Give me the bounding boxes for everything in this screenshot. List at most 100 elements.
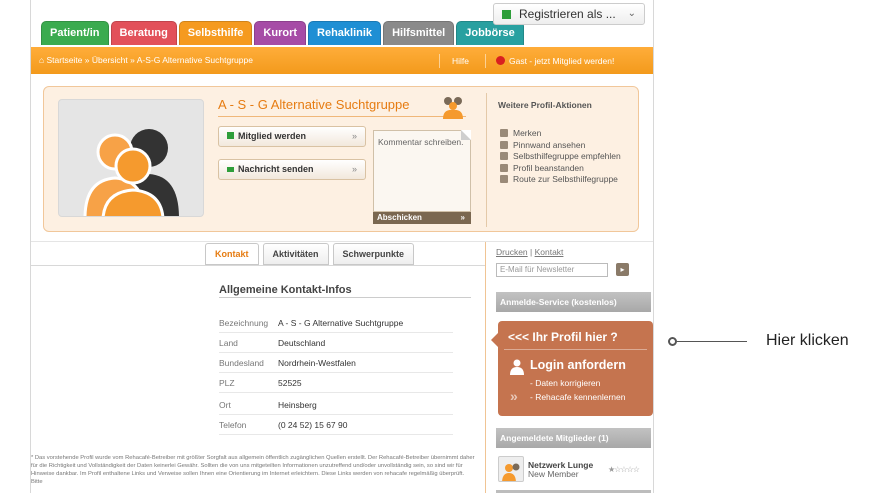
- member-avatar: [498, 456, 524, 482]
- promo-title: <<< Ihr Profil hier ?: [508, 330, 618, 344]
- tab-aktivitaeten[interactable]: Aktivitäten: [262, 243, 329, 265]
- profile-name: A - S - G Alternative Suchtgruppe: [218, 97, 410, 112]
- submit-comment-button[interactable]: Abschicken »: [373, 212, 471, 224]
- action-label: Selbsthilfegruppe empfehlen: [513, 151, 621, 161]
- send-message-button[interactable]: Nachricht senden »: [218, 159, 366, 180]
- main-nav-tabs: Patient/in Beratung Selbsthilfe Kurort R…: [41, 21, 524, 45]
- tab-hilfsmittel[interactable]: Hilfsmittel: [383, 21, 455, 45]
- callout-pointer-icon: [668, 337, 677, 346]
- row-key: Land: [219, 338, 238, 348]
- contact-row: Ort Heinsberg: [219, 396, 453, 415]
- disclaimer-text: * Das vorstehende Profil wurde vom Rehac…: [31, 455, 475, 486]
- title-underline: [218, 116, 466, 117]
- action-label: Pinnwand ansehen: [513, 139, 586, 150]
- row-key: PLZ: [219, 378, 235, 388]
- row-value: (0 24 52) 15 67 90: [278, 420, 348, 430]
- contact-row: Land Deutschland: [219, 334, 453, 353]
- action-pinboard[interactable]: Pinnwand ansehen: [500, 140, 621, 152]
- register-icon: [502, 10, 511, 19]
- promo-point-2: - Rehacafe kennenlernen: [530, 392, 626, 402]
- envelope-icon: [227, 167, 234, 172]
- double-chevron-icon: »: [510, 388, 518, 404]
- action-label: Route zur Selbsthilfegruppe: [513, 174, 618, 184]
- pinboard-icon: [500, 140, 508, 149]
- arrow-icon: »: [460, 213, 465, 222]
- register-dropdown[interactable]: Registrieren als ... ⌄: [493, 3, 645, 25]
- guest-signup-link[interactable]: Gast - jetzt Mitglied werden!: [485, 54, 614, 68]
- comment-input[interactable]: Kommentar schreiben.: [373, 130, 471, 212]
- page-fold-icon: [461, 130, 471, 140]
- member-label: Mitglied werden: [238, 131, 307, 141]
- request-login-link[interactable]: Login anfordern: [530, 358, 626, 372]
- status-dot-icon: [496, 56, 505, 65]
- tab-schwerpunkte[interactable]: Schwerpunkte: [332, 243, 415, 265]
- tab-kurort[interactable]: Kurort: [254, 21, 307, 45]
- row-key: Bezeichnung: [219, 318, 269, 328]
- contact-row: Telefon (0 24 52) 15 67 90: [219, 416, 453, 435]
- row-value: 52525: [278, 378, 302, 388]
- profile-box: A - S - G Alternative Suchtgruppe Mitgli…: [43, 86, 639, 232]
- bookmark-icon: [500, 129, 508, 137]
- vertical-divider: [486, 93, 487, 227]
- home-icon: ⌂: [39, 55, 47, 65]
- chevron-down-icon: ⌄: [627, 8, 636, 19]
- contact-link[interactable]: Kontakt: [535, 247, 564, 257]
- claim-profile-banner[interactable]: <<< Ihr Profil hier ? Login anfordern » …: [491, 321, 653, 416]
- contact-row: Bundesland Nordrhein-Westfalen: [219, 354, 453, 373]
- tab-patient[interactable]: Patient/in: [41, 21, 109, 45]
- members-header: Angemeldete Mitglieder (1): [496, 428, 651, 448]
- tab-divider: [31, 265, 485, 266]
- comment-placeholder: Kommentar schreiben.: [378, 137, 464, 147]
- register-label: Registrieren als ...: [519, 7, 616, 21]
- contact-section-title: Allgemeine Kontakt-Infos: [219, 284, 352, 296]
- group-avatar: [58, 99, 204, 217]
- row-value: Heinsberg: [278, 400, 317, 410]
- member-role: New Member: [528, 469, 579, 479]
- tab-rehaklinik[interactable]: Rehaklinik: [308, 21, 382, 45]
- print-link[interactable]: Drucken: [496, 247, 528, 257]
- route-icon: [500, 175, 508, 183]
- promo-separator: [504, 349, 647, 350]
- rating-stars-icon: ★☆☆☆☆: [608, 465, 640, 474]
- row-key: Bundesland: [219, 358, 264, 368]
- callout-line: [677, 341, 747, 342]
- guest-label: Gast - jetzt Mitglied werden!: [509, 56, 615, 66]
- action-report[interactable]: Profil beanstanden: [500, 163, 621, 175]
- action-bookmark[interactable]: Merken: [500, 128, 621, 140]
- group-icon: [439, 95, 467, 124]
- action-recommend[interactable]: Selbsthilfegruppe empfehlen: [500, 151, 621, 163]
- more-actions-list: Merken Pinnwand ansehen Selbsthilfegrupp…: [500, 128, 621, 186]
- tab-selbsthilfe[interactable]: Selbsthilfe: [178, 21, 253, 45]
- breadcrumb[interactable]: ⌂ Startseite » Übersicht » A-S-G Alterna…: [39, 47, 253, 74]
- arrow-icon: »: [351, 164, 357, 174]
- row-value: Nordrhein-Westfalen: [278, 358, 356, 368]
- action-route[interactable]: Route zur Selbsthilfegruppe: [500, 174, 621, 186]
- help-link[interactable]: Hilfe: [439, 54, 469, 68]
- print-contact-links: Drucken | Kontakt: [496, 247, 564, 257]
- tab-beratung[interactable]: Beratung: [110, 21, 177, 45]
- member-entry[interactable]: Netzwerk Lunge New Member ★☆☆☆☆: [498, 456, 648, 484]
- row-value: A - S - G Alternative Suchtgruppe: [278, 318, 404, 328]
- right-sidebar: Drucken | Kontakt E-Mail für Newsletter …: [485, 242, 653, 493]
- message-label: Nachricht senden: [238, 164, 314, 174]
- profile-header: A - S - G Alternative Suchtgruppe Mitgli…: [31, 74, 653, 242]
- promo-point-1: - Daten korrigieren: [530, 378, 601, 388]
- action-label: Profil beanstanden: [513, 162, 584, 173]
- profile-tabs: Kontakt Aktivitäten Schwerpunkte: [205, 243, 415, 265]
- contact-row: PLZ 52525: [219, 374, 453, 393]
- action-label: Merken: [513, 128, 542, 138]
- row-key: Telefon: [219, 420, 247, 430]
- recommend-icon: [500, 152, 508, 160]
- user-icon: [510, 359, 524, 380]
- newsletter-submit-button[interactable]: ▸: [616, 263, 629, 276]
- row-key: Ort: [219, 400, 231, 410]
- newsletter-email-input[interactable]: E-Mail für Newsletter: [496, 263, 608, 277]
- become-member-button[interactable]: Mitglied werden »: [218, 126, 366, 147]
- member-icon: [227, 132, 234, 139]
- tab-kontakt[interactable]: Kontakt: [205, 243, 259, 265]
- section-underline: [219, 297, 471, 298]
- contact-row: Bezeichnung A - S - G Alternative Suchtgr…: [219, 314, 453, 333]
- breadcrumb-text: Startseite » Übersicht » A-S-G Alternati…: [46, 55, 253, 65]
- banner-notch: [491, 333, 498, 347]
- arrow-icon: »: [351, 131, 357, 141]
